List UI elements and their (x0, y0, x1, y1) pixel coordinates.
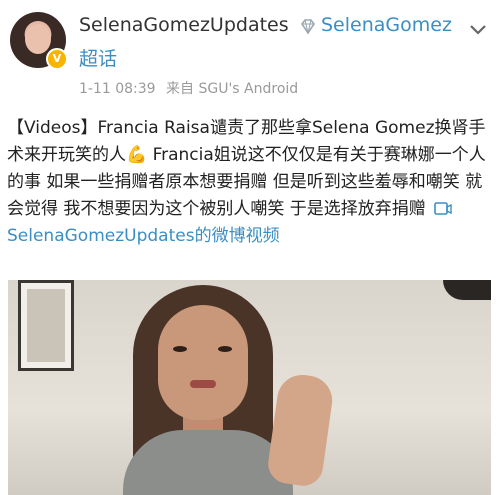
avatar-face (25, 24, 51, 54)
video-icon (434, 202, 452, 215)
more-icon[interactable] (467, 18, 489, 40)
person-hand (265, 371, 336, 489)
topic-link[interactable]: SelenaGomez (321, 14, 452, 36)
diamond-icon (301, 19, 315, 35)
person-mouth (190, 380, 216, 388)
super-topic-link[interactable]: 超话 (79, 44, 117, 71)
author-name[interactable]: SelenaGomezUpdates (79, 14, 289, 36)
post-text: 【Videos】Francia Raisa谴责了那些拿Selena Gomez换… (7, 115, 492, 250)
post-meta: 1-11 08:39 来自 SGU's Android (79, 78, 304, 98)
video-link-label[interactable]: SelenaGomezUpdates的微博视频 (7, 226, 280, 246)
flexed-biceps-icon: 💪 (126, 145, 148, 165)
person-face (158, 305, 248, 420)
person-eye-right (218, 346, 232, 352)
verified-badge-icon: V (46, 48, 68, 70)
post-timestamp: 1-11 08:39 (79, 81, 156, 97)
lamp-shape (443, 280, 491, 300)
avatar[interactable]: V (10, 12, 68, 70)
post-source: 来自 SGU's Android (166, 81, 299, 97)
video-thumbnail[interactable] (8, 280, 491, 495)
wall-frame (18, 280, 74, 371)
person-eye-left (173, 346, 187, 352)
